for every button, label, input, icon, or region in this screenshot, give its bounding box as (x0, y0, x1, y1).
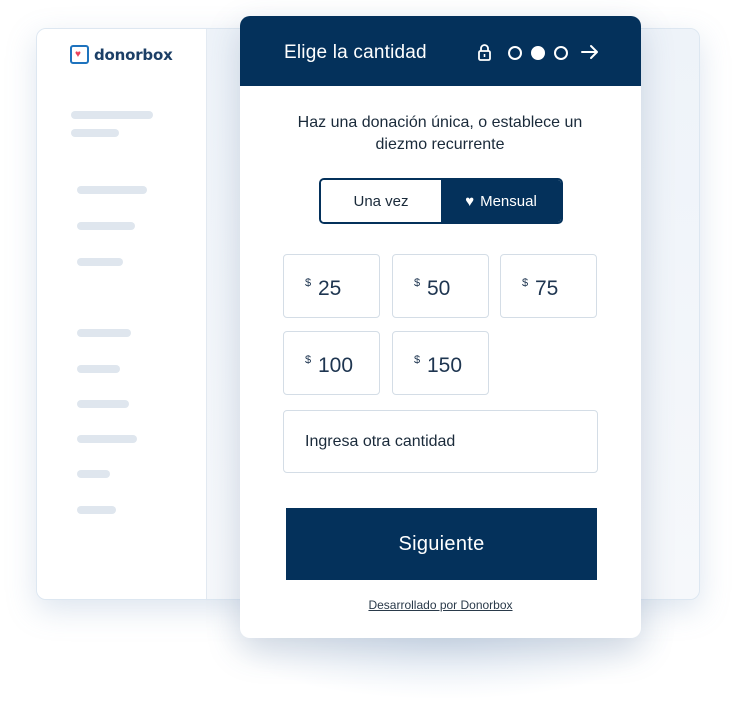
currency-symbol: $ (414, 354, 421, 366)
donorbox-logo: donorbox (70, 45, 173, 64)
sidebar-placeholder-line (77, 400, 129, 408)
amount-value: 100 (318, 354, 354, 377)
amount-option-75[interactable]: $ 75 (500, 254, 597, 318)
donation-widget: Elige la cantidad Haz una donación única… (240, 16, 641, 638)
amount-value: 150 (427, 354, 463, 377)
next-button[interactable]: Siguiente (286, 508, 597, 580)
sidebar-placeholder-line (77, 186, 147, 194)
sidebar-placeholder-line (77, 329, 131, 337)
powered-by-link[interactable]: Desarrollado por Donorbox (240, 598, 641, 612)
frequency-once-button[interactable]: Una vez (321, 180, 441, 222)
currency-symbol: $ (522, 277, 529, 289)
currency-symbol: $ (305, 354, 312, 366)
amount-option-25[interactable]: $ 25 (283, 254, 380, 318)
donation-subtitle: Haz una donación única, o establece un d… (297, 114, 583, 153)
stage: donorbox Elige la cantidad (0, 0, 749, 705)
step-indicator-1 (508, 46, 522, 60)
amount-value: 25 (318, 277, 342, 300)
amount-option-50[interactable]: $ 50 (392, 254, 489, 318)
other-amount-placeholder: Ingresa otra cantidad (305, 432, 456, 450)
heart-icon: ♥ (465, 192, 475, 210)
amount-value: 50 (427, 277, 451, 300)
frequency-once-label: Una vez (353, 192, 409, 210)
sidebar-placeholder-line (77, 470, 110, 478)
currency-symbol: $ (305, 277, 312, 289)
step-indicator-3 (554, 46, 568, 60)
frequency-monthly-label: Mensual (480, 192, 537, 210)
dashboard-sidebar: donorbox (37, 29, 207, 599)
other-amount-input[interactable]: Ingresa otra cantidad (283, 410, 598, 473)
currency-symbol: $ (414, 277, 421, 289)
next-button-label: Siguiente (398, 532, 485, 555)
sidebar-placeholder-line (77, 435, 137, 443)
sidebar-placeholder-line (71, 129, 119, 137)
donorbox-logo-text: donorbox (94, 45, 173, 64)
sidebar-placeholder-line (77, 258, 123, 266)
arrow-right-icon[interactable] (581, 43, 599, 61)
sidebar-placeholder-line (77, 365, 120, 373)
sidebar-placeholder-line (71, 111, 153, 119)
amount-value: 75 (535, 277, 559, 300)
widget-header: Elige la cantidad (240, 16, 641, 86)
widget-title: Elige la cantidad (284, 42, 427, 63)
frequency-monthly-button[interactable]: ♥ Mensual (441, 180, 561, 222)
lock-icon (478, 44, 491, 61)
frequency-toggle: Una vez ♥ Mensual (319, 178, 563, 224)
donorbox-logo-icon (70, 45, 89, 64)
amount-option-100[interactable]: $ 100 (283, 331, 380, 395)
sidebar-placeholder-line (77, 222, 135, 230)
amount-option-150[interactable]: $ 150 (392, 331, 489, 395)
step-indicator-2-current (531, 46, 545, 60)
sidebar-placeholder-line (77, 506, 116, 514)
